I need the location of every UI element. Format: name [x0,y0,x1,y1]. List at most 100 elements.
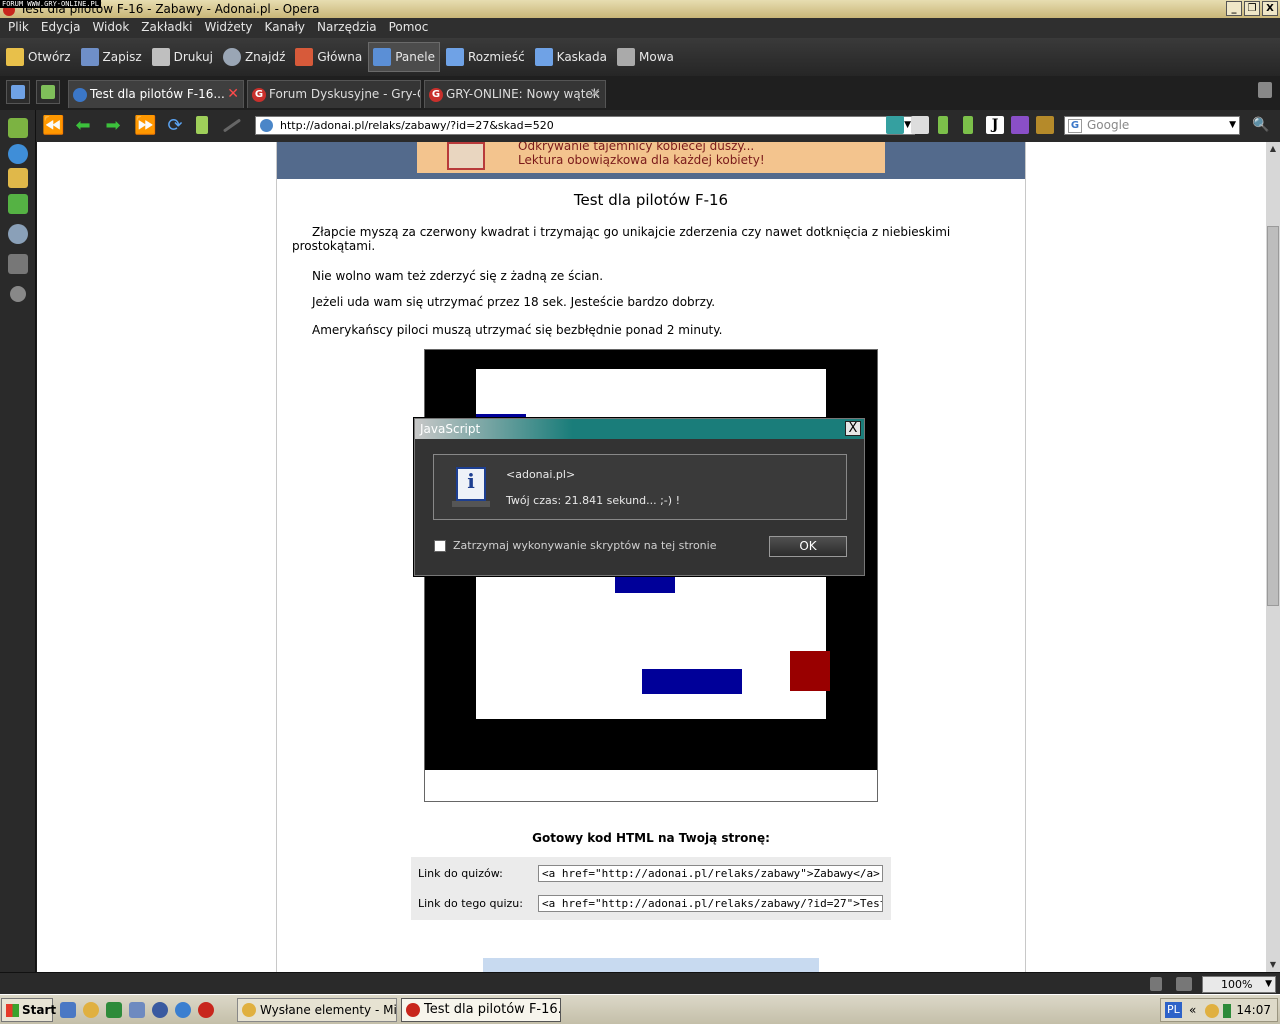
open-button[interactable]: Otwórz [2,42,75,72]
chevron-down-icon: ▼ [1265,979,1272,989]
bottom-banner[interactable] [483,958,819,972]
url-text: http://adonai.pl/relaks/zabawy/?id=27&sk… [280,119,554,132]
panels-label: Panele [395,50,435,64]
banner-ad[interactable]: Odkrywanie tajemnicy kobiecej duszy... L… [417,142,885,173]
google-icon: G [1068,119,1082,133]
transfers-panel-icon[interactable] [8,194,28,214]
stop-scripts-checkbox[interactable] [434,540,446,552]
zoom-value: 100% [1221,978,1253,991]
code-field-quizzes[interactable]: <a href="http://adonai.pl/relaks/zabawy"… [538,865,883,882]
menu-plik[interactable]: Plik [2,18,35,38]
scroll-up-button[interactable]: ▲ [1266,142,1280,156]
save-button[interactable]: Zapisz [77,42,146,72]
menu-kanaly[interactable]: Kanały [259,18,311,38]
tray-chevron-icon[interactable]: « [1189,999,1196,1021]
image-toggle-icon[interactable] [1176,977,1192,991]
gry-online-icon: G [429,87,443,102]
stop-scripts-label[interactable]: Zatrzymaj wykonywanie skryptów na tej st… [453,539,716,552]
zoom-select[interactable]: 100% ▼ [1202,976,1276,993]
notes-panel-icon[interactable] [8,168,28,188]
speed-dial-icon[interactable] [886,116,904,134]
new-tab-button[interactable] [36,80,60,104]
j-bookmark-icon[interactable]: J [986,116,1004,134]
home-label: Główna [317,50,363,64]
excel-icon[interactable] [106,1002,122,1018]
wand-icon[interactable] [222,118,242,133]
search-placeholder: Google [1087,118,1130,132]
instructions-2: Nie wolno wam też zderzyć się z żadną ze… [312,269,604,283]
tab-close-icon[interactable]: ✕ [589,81,601,107]
history-panel-icon[interactable] [8,224,28,244]
quicklaunch-icon[interactable] [60,1002,76,1018]
tab-bar: Test dla pilotów F-16... ✕ G Forum Dyskus… [0,76,1280,110]
home-button[interactable]: Główna [291,42,366,72]
add-panel-icon[interactable] [10,286,26,302]
tray-icon[interactable] [1205,1004,1219,1018]
bookmark-green-icon[interactable] [963,116,973,134]
language-indicator[interactable]: PL [1165,1002,1182,1018]
menu-widok[interactable]: Widok [86,18,135,38]
task-label: Test dla pilotów F-16... [424,1002,561,1017]
bookmarks-panel-icon[interactable] [8,118,28,138]
search-input[interactable]: G Google ▼ [1064,116,1240,135]
quicklaunch-icon[interactable] [129,1002,145,1018]
info-icon: i [452,467,490,507]
links-panel-icon[interactable] [8,254,28,274]
red-square[interactable] [790,651,830,691]
search-icon[interactable]: 🔍 [1252,117,1270,135]
tray-icon[interactable] [1223,1004,1231,1018]
menu-pomoc[interactable]: Pomoc [383,18,435,38]
voice-button[interactable]: Mowa [613,42,678,72]
print-button[interactable]: Drukuj [148,42,217,72]
tab-forum[interactable]: G Forum Dyskusyjne - Gry-O... [247,80,421,108]
panel-icon[interactable] [1011,116,1029,134]
reload-button[interactable]: ⟳ [164,116,186,136]
menu-widzety[interactable]: Widżety [198,18,258,38]
find-button[interactable]: Znajdź [219,42,289,72]
minimize-button[interactable]: _ [1226,1,1242,16]
ie-icon[interactable] [175,1002,191,1018]
cascade-button[interactable]: Kaskada [531,42,611,72]
task-opera[interactable]: Test dla pilotów F-16... [401,998,561,1022]
opera-icon[interactable] [198,1002,214,1018]
menu-narzedzia[interactable]: Narzędzia [311,18,383,38]
panel-toggle-button[interactable] [6,80,30,104]
network-icon[interactable] [1150,977,1162,991]
widgets-panel-icon[interactable] [8,144,28,164]
ok-button[interactable]: OK [769,536,847,557]
menu-zakladki[interactable]: Zakładki [135,18,198,38]
forward-button[interactable]: ➡ [102,116,124,136]
cascade-label: Kaskada [556,50,607,64]
code-field-this-quiz[interactable]: <a href="http://adonai.pl/relaks/zabawy/… [538,895,883,912]
bookmark-page-icon[interactable] [196,116,208,134]
task-label: Wysłane elementy - Micro... [260,1003,397,1017]
chevron-down-icon[interactable]: ▼ [1229,117,1236,134]
digg-icon[interactable] [1036,116,1054,134]
restore-button[interactable]: ❐ [1244,1,1260,16]
scroll-thumb[interactable] [1267,226,1279,606]
bookmark-green-icon[interactable] [938,116,948,134]
dialog-close-button[interactable]: X [845,421,861,436]
fast-forward-button[interactable]: ⏩ [134,116,156,136]
back-button[interactable]: ⬅ [72,116,94,136]
tab-test-f16[interactable]: Test dla pilotów F-16... ✕ [68,80,244,108]
close-button[interactable]: X [1262,1,1278,16]
menu-edycja[interactable]: Edycja [35,18,87,38]
task-outlook[interactable]: Wysłane elementy - Micro... [237,998,397,1022]
quicklaunch-icon[interactable] [83,1002,99,1018]
chevron-down-icon[interactable]: ▼ [904,117,911,134]
tab-close-icon[interactable]: ✕ [227,81,239,107]
tile-button[interactable]: Rozmieść [442,42,529,72]
panels-button[interactable]: Panele [368,42,440,72]
rewind-button[interactable]: ⏪ [42,116,64,136]
trash-icon[interactable] [1258,82,1272,98]
opera-page-icon [73,87,87,102]
print-icon [151,48,170,66]
stumble-icon[interactable] [911,116,929,134]
tab-gry-online[interactable]: G GRY-ONLINE: Nowy wątek ✕ [424,80,606,108]
media-player-icon[interactable] [152,1002,168,1018]
vertical-scrollbar[interactable]: ▲ ▼ [1266,142,1280,972]
start-button[interactable]: Start [1,998,56,1022]
address-input[interactable]: http://adonai.pl/relaks/zabawy/?id=27&sk… [255,116,915,135]
scroll-down-button[interactable]: ▼ [1266,958,1280,972]
